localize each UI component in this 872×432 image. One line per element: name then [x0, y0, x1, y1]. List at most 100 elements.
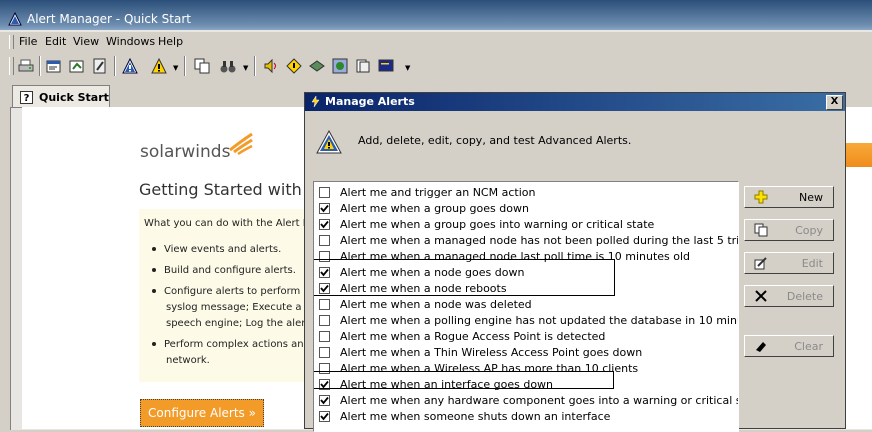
bullet-dot	[152, 342, 156, 346]
note-icon[interactable]	[91, 57, 109, 75]
alert-checkbox[interactable]	[319, 299, 330, 310]
quickstart-bullet-text: Configure alerts to perform	[164, 286, 301, 297]
menu-edit-label: Edit	[45, 35, 67, 48]
alert-label: Alert me when any hardware component goe…	[340, 394, 739, 407]
quickstart-bullet: Perform complex actions and	[152, 339, 310, 350]
alerts-list[interactable]: Alert me and trigger an NCM action Alert …	[313, 181, 739, 432]
quickstart-intro: What you can do with the Alert M	[144, 218, 312, 229]
checkmark-icon	[320, 412, 329, 421]
alert-row[interactable]: Alert me when a Thin Wireless Access Poi…	[314, 345, 734, 361]
clear-button-label: Clear	[794, 340, 823, 353]
quickstart-bullet-continued: network.	[166, 355, 210, 366]
terminal-icon[interactable]	[377, 57, 395, 75]
alert-row[interactable]: Alert me and trigger an NCM action	[314, 185, 734, 201]
alert-row[interactable]: Alert me when a node was deleted	[314, 297, 734, 313]
checkmark-icon	[320, 396, 329, 405]
alert-label: Alert me when someone shuts down an inte…	[340, 410, 611, 423]
window-title: Alert Manager - Quick Start	[27, 12, 191, 26]
alert-row[interactable]: Alert me when a polling engine has not u…	[314, 313, 738, 329]
warning-blue-icon[interactable]	[121, 57, 139, 75]
alert-row[interactable]: Alert me when someone shuts down an inte…	[314, 409, 734, 425]
copy-button[interactable]: Copy	[744, 219, 834, 241]
document-icon[interactable]	[354, 57, 372, 75]
binoculars-icon[interactable]	[219, 57, 237, 75]
chevron-down-icon[interactable]: ▼	[405, 65, 410, 72]
dialog-titlebar[interactable]: Manage Alerts X	[305, 93, 845, 111]
copy-icon	[754, 223, 768, 237]
toolbar-separator	[254, 56, 256, 76]
clear-button[interactable]: Clear	[744, 335, 834, 357]
lightning-icon	[311, 96, 320, 107]
configure-alerts-button[interactable]: Configure Alerts »	[140, 399, 264, 427]
quickstart-bullet-text: Build and configure alerts.	[164, 265, 296, 276]
network-icon[interactable]	[308, 57, 326, 75]
diamond-alert-icon[interactable]	[285, 57, 303, 75]
alert-row[interactable]: Alert me when a managed node has not bee…	[314, 233, 738, 249]
toolbar-separator	[39, 56, 41, 76]
alert-label: Alert me when a polling engine has not u…	[340, 314, 739, 327]
alert-manager-icon	[8, 12, 22, 26]
window-titlebar[interactable]: Alert Manager - Quick Start	[0, 0, 872, 30]
tab-quick-start[interactable]: ? Quick Start	[12, 85, 110, 108]
menu-file[interactable]: File	[19, 35, 37, 48]
toolbar-grip	[9, 57, 14, 75]
quickstart-bullet: Build and configure alerts.	[152, 265, 296, 276]
checkmark-icon	[320, 220, 329, 229]
quickstart-bullet: View events and alerts.	[152, 244, 281, 255]
alert-checkbox[interactable]	[319, 219, 330, 230]
eraser-icon	[756, 342, 766, 352]
alert-row[interactable]: Alert me when a group goes down	[314, 201, 734, 217]
alert-label: Alert me when a group goes down	[340, 202, 529, 215]
dialog-description: Add, delete, edit, copy, and test Advanc…	[358, 134, 632, 147]
checkmark-icon	[320, 204, 329, 213]
manage-alerts-dialog: Manage Alerts X Add, delete, edit, copy,…	[304, 92, 846, 432]
menu-help[interactable]: Help	[158, 35, 183, 48]
dialog-title: Manage Alerts	[325, 95, 415, 108]
quickstart-bullet-text: Perform complex actions and	[164, 339, 310, 350]
refresh-icon[interactable]	[68, 57, 86, 75]
chevron-down-icon[interactable]: ▼	[243, 65, 248, 72]
properties-icon[interactable]	[45, 57, 63, 75]
alert-checkbox[interactable]	[319, 187, 330, 198]
menu-windows-label: Windows	[106, 35, 156, 48]
alert-row[interactable]: Alert me when a Rogue Access Point is de…	[314, 329, 734, 345]
close-button[interactable]: X	[826, 95, 843, 110]
alert-checkbox[interactable]	[319, 235, 330, 246]
menu-windows[interactable]: Windows	[106, 35, 155, 48]
menu-view-label: View	[73, 35, 100, 48]
new-button-label: New	[799, 191, 823, 204]
bullet-dot	[152, 268, 156, 272]
chevron-down-icon[interactable]: ▼	[173, 65, 178, 72]
menu-view[interactable]: View	[73, 35, 99, 48]
alert-label: Alert me when a managed node has not bee…	[340, 234, 739, 247]
menu-edit[interactable]: Edit	[45, 35, 66, 48]
menu-file-label: File	[19, 35, 38, 48]
alert-label: Alert me when a node was deleted	[340, 298, 532, 311]
copy-icon[interactable]	[193, 57, 211, 75]
bullet-dot	[152, 247, 156, 251]
solarwinds-logo-mark	[229, 132, 253, 156]
globe-icon[interactable]	[331, 57, 349, 75]
delete-button-label: Delete	[786, 290, 823, 303]
quickstart-bullet-text: View events and alerts.	[164, 244, 282, 255]
edit-button[interactable]: Edit	[744, 252, 834, 274]
alert-checkbox[interactable]	[319, 411, 330, 422]
alert-row[interactable]: Alert me when a group goes into warning …	[314, 217, 734, 233]
printer-icon[interactable]	[17, 57, 35, 75]
plus-icon	[754, 190, 768, 204]
alert-checkbox[interactable]	[319, 315, 330, 326]
alert-row[interactable]: Alert me when any hardware component goe…	[314, 393, 738, 409]
menu-help-label: Help	[158, 35, 184, 48]
new-button[interactable]: New	[744, 186, 834, 208]
edit-button-label: Edit	[801, 257, 823, 270]
alert-checkbox[interactable]	[319, 203, 330, 214]
svg-text:?: ?	[24, 93, 30, 104]
speaker-icon[interactable]	[262, 57, 280, 75]
alert-checkbox[interactable]	[319, 395, 330, 406]
alert-checkbox[interactable]	[319, 347, 330, 358]
quickstart-bullet: Configure alerts to perform	[152, 286, 300, 297]
warning-icon[interactable]	[150, 57, 168, 75]
solarwinds-logo: solarwinds	[140, 142, 231, 162]
alert-checkbox[interactable]	[319, 331, 330, 342]
delete-button[interactable]: Delete	[744, 285, 834, 307]
